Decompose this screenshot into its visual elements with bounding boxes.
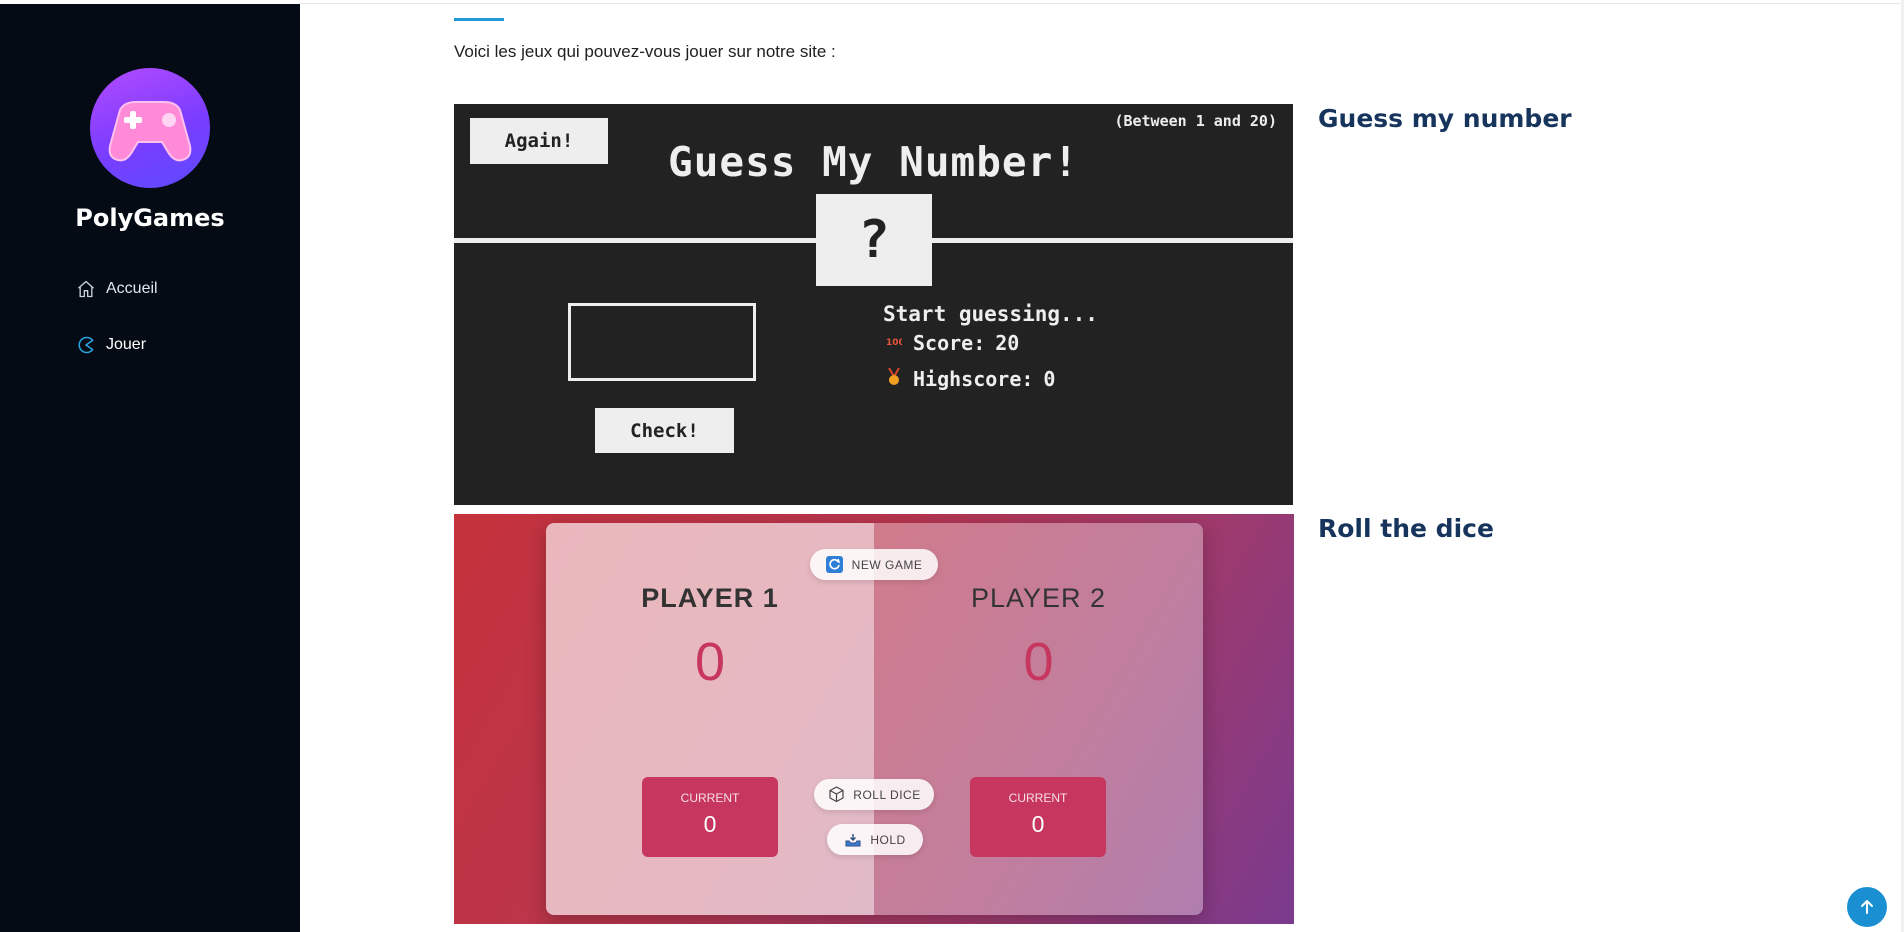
score-row: 100 Score: 20 (885, 331, 1019, 355)
score-value: 20 (995, 331, 1020, 355)
dice-icon (827, 786, 845, 804)
current-score-box: CURRENT 0 (642, 777, 778, 857)
pacman-icon (78, 336, 94, 354)
new-game-label: NEW GAME (851, 557, 923, 572)
arrow-up-icon (1861, 900, 1873, 914)
sidebar-item-label: Jouer (106, 336, 147, 353)
guess-my-number-preview[interactable]: Again! (Between 1 and 20) Guess My Numbe… (454, 104, 1293, 505)
gamepad-logo[interactable] (90, 68, 210, 188)
home-icon (78, 280, 94, 298)
dice-board: PLAYER 1 0 CURRENT 0 PLAYER 2 0 CURRENT … (546, 523, 1203, 915)
sidebar-item-label: Accueil (106, 280, 158, 297)
current-label: CURRENT (1008, 791, 1068, 805)
hundred-icon: 100 (885, 334, 905, 352)
game-heading: Guess My Number! (668, 138, 1079, 186)
current-value: 0 (1031, 811, 1045, 837)
section-accent-line (454, 18, 504, 21)
intro-text: Voici les jeux qui pouvez-vous jouer sur… (454, 42, 836, 61)
medal-icon (885, 367, 903, 390)
gamepad-icon (108, 101, 192, 162)
guess-input[interactable] (568, 303, 756, 381)
player-1-panel: PLAYER 1 0 CURRENT 0 (546, 523, 874, 915)
current-value: 0 (703, 811, 717, 837)
game-title-guess[interactable]: Guess my number (1318, 104, 1572, 133)
brand-name: PolyGames (75, 204, 225, 232)
hold-button[interactable]: HOLD (827, 824, 923, 855)
sidebar-item-accueil[interactable]: Accueil (76, 279, 158, 299)
roll-dice-label: ROLL DICE (853, 787, 921, 802)
player-name: PLAYER 2 (970, 583, 1107, 613)
header-divider (300, 3, 1904, 4)
sidebar-item-jouer[interactable]: Jouer (76, 335, 146, 355)
roll-the-dice-preview[interactable]: PLAYER 1 0 CURRENT 0 PLAYER 2 0 CURRENT … (454, 514, 1294, 924)
range-text: (Between 1 and 20) (1114, 112, 1277, 130)
current-score-box: CURRENT 0 (970, 777, 1106, 857)
highscore-row: Highscore: 0 (885, 367, 1055, 391)
score-label: Score: (913, 331, 986, 355)
inbox-icon (844, 831, 862, 849)
scroll-to-top-button[interactable] (1847, 887, 1887, 927)
player-score: 0 (694, 632, 726, 692)
refresh-icon (826, 556, 844, 574)
player-2-panel: PLAYER 2 0 CURRENT 0 (874, 523, 1203, 915)
hold-label: HOLD (870, 832, 906, 847)
highscore-label: Highscore: (913, 367, 1034, 391)
secret-number: ? (816, 194, 932, 286)
player-name: PLAYER 1 (641, 583, 779, 613)
player-score: 0 (1023, 632, 1054, 692)
roll-dice-button[interactable]: ROLL DICE (814, 779, 934, 810)
svg-text:100: 100 (886, 338, 902, 348)
sidebar: PolyGames Accueil Jouer (0, 4, 300, 932)
check-button[interactable]: Check! (595, 408, 734, 453)
message-text: Start guessing... (883, 302, 1098, 326)
current-label: CURRENT (680, 791, 740, 805)
game-title-dice[interactable]: Roll the dice (1318, 514, 1494, 543)
new-game-button[interactable]: NEW GAME (810, 549, 938, 580)
highscore-value: 0 (1043, 367, 1056, 391)
